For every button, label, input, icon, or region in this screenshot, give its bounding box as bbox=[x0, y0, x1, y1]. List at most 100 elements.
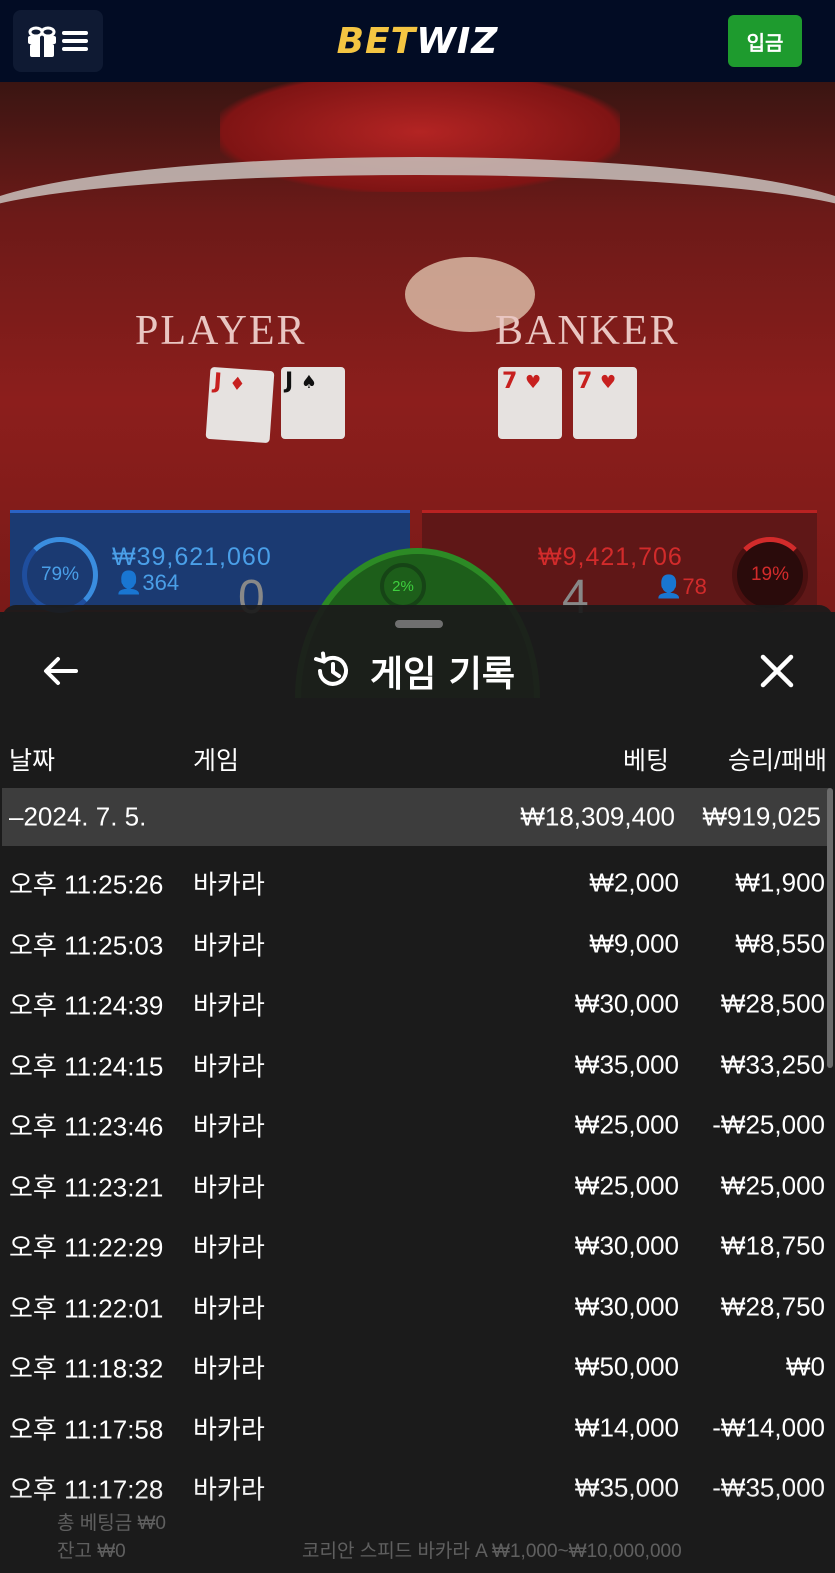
panel-title: 게임 기록 bbox=[370, 654, 516, 695]
row-result: ₩18,750 bbox=[720, 1230, 825, 1261]
row-time: 오후 11:23:46 bbox=[9, 1111, 164, 1142]
close-button[interactable] bbox=[754, 648, 800, 694]
player-zone-label: PLAYER bbox=[135, 308, 307, 354]
row-bet: ₩14,000 bbox=[574, 1412, 679, 1443]
row-result: ₩25,000 bbox=[720, 1170, 825, 1201]
scrollbar[interactable] bbox=[827, 788, 833, 1068]
menu-button[interactable] bbox=[13, 10, 103, 72]
history-row[interactable]: 오후 11:22:29 바카라 ₩30,000 ₩18,750 bbox=[2, 1216, 833, 1277]
game-history-panel: 게임 기록 날짜 게임 베팅 승리/패배 –2024. 7. 5. ₩18,30… bbox=[2, 605, 835, 1573]
banker-card-1: 7 ♥ bbox=[498, 367, 562, 439]
row-game: 바카라 bbox=[193, 869, 265, 900]
card-suit: ♦ bbox=[228, 373, 247, 396]
row-time: 오후 11:24:39 bbox=[9, 990, 164, 1021]
history-row[interactable]: 오후 11:24:15 바카라 ₩35,000 ₩33,250 bbox=[2, 1035, 833, 1096]
player-bettor-count: 👤364 bbox=[115, 570, 179, 596]
row-time: 오후 11:22:01 bbox=[9, 1293, 164, 1324]
banker-bet-amount: ₩9,421,706 bbox=[538, 543, 683, 571]
col-game: 게임 bbox=[193, 747, 240, 775]
banker-zone-label: BANKER bbox=[495, 308, 680, 354]
player-count-value: 364 bbox=[142, 570, 180, 595]
row-time: 오후 11:18:32 bbox=[9, 1353, 164, 1384]
card-rank: J bbox=[212, 369, 223, 395]
row-bet: ₩30,000 bbox=[574, 1291, 679, 1322]
col-bet: 베팅 bbox=[622, 747, 669, 775]
history-row[interactable]: 오후 11:23:21 바카라 ₩25,000 ₩25,000 bbox=[2, 1156, 833, 1217]
row-result: ₩0 bbox=[786, 1351, 825, 1382]
player-card-1: J ♦ bbox=[205, 366, 275, 444]
row-result: ₩28,750 bbox=[720, 1291, 825, 1322]
card-rank: J bbox=[285, 369, 294, 394]
row-result: ₩8,550 bbox=[735, 928, 825, 959]
day-date: –2024. 7. 5. bbox=[9, 801, 147, 832]
col-result: 승리/패배 bbox=[728, 747, 827, 775]
banker-percent-ring: 19% bbox=[732, 537, 808, 613]
banker-count-value: 78 bbox=[682, 574, 707, 599]
row-bet: ₩25,000 bbox=[574, 1170, 679, 1201]
row-game: 바카라 bbox=[193, 1232, 265, 1263]
banker-bettor-count: 👤78 bbox=[655, 574, 707, 600]
day-bet-total: ₩18,309,400 bbox=[520, 801, 675, 832]
history-row[interactable]: 오후 11:18:32 바카라 ₩50,000 ₩0 bbox=[2, 1337, 833, 1398]
row-bet: ₩30,000 bbox=[574, 988, 679, 1019]
row-result: ₩28,500 bbox=[720, 988, 825, 1019]
logo-part-2: WIZ bbox=[416, 20, 499, 62]
col-date: 날짜 bbox=[9, 747, 56, 775]
history-row[interactable]: 오후 11:17:58 바카라 ₩14,000 -₩14,000 bbox=[2, 1398, 833, 1459]
row-bet: ₩9,000 bbox=[589, 928, 679, 959]
row-bet: ₩25,000 bbox=[574, 1109, 679, 1140]
player-card-2: J ♠ bbox=[281, 367, 345, 439]
history-icon bbox=[314, 651, 348, 686]
logo-part-1: BET bbox=[336, 20, 417, 62]
close-icon bbox=[760, 654, 794, 688]
player-bet-amount: ₩39,621,060 bbox=[112, 543, 272, 571]
row-game: 바카라 bbox=[193, 1111, 265, 1142]
card-rank: 7 bbox=[577, 369, 593, 394]
drag-handle[interactable] bbox=[395, 620, 443, 628]
history-row[interactable]: 오후 11:25:26 바카라 ₩2,000 ₩1,900 bbox=[2, 853, 833, 914]
card-suit: ♥ bbox=[599, 372, 617, 393]
row-bet: ₩50,000 bbox=[574, 1351, 679, 1382]
history-list: 오후 11:25:26 바카라 ₩2,000 ₩1,900 오후 11:25:03 바카라… bbox=[2, 853, 833, 1519]
row-time: 오후 11:25:26 bbox=[9, 869, 164, 900]
table-header: 날짜 게임 베팅 승리/패배 bbox=[2, 733, 833, 783]
user-icon: 👤 bbox=[655, 574, 683, 599]
row-time: 오후 11:25:03 bbox=[9, 930, 164, 961]
history-row[interactable]: 오후 11:24:39 바카라 ₩30,000 ₩28,500 bbox=[2, 974, 833, 1035]
row-time: 오후 11:22:29 bbox=[9, 1232, 164, 1263]
day-result-total: ₩919,025 bbox=[702, 801, 821, 832]
menu-icon bbox=[62, 31, 88, 51]
row-game: 바카라 bbox=[193, 930, 265, 961]
card-suit: ♠ bbox=[300, 372, 317, 393]
top-header: BETWIZ 입금 bbox=[0, 0, 835, 82]
user-icon: 👤 bbox=[115, 570, 143, 595]
day-summary-row[interactable]: –2024. 7. 5. ₩18,309,400 ₩919,025 bbox=[2, 788, 829, 846]
footer-table-name: 코리안 스피드 바카라 A ₩1,000~₩10,000,000 bbox=[302, 1541, 682, 1562]
banker-card-2: 7 ♥ bbox=[573, 367, 637, 439]
history-row[interactable]: 오후 11:22:01 바카라 ₩30,000 ₩28,750 bbox=[2, 1277, 833, 1338]
row-result: ₩33,250 bbox=[720, 1049, 825, 1080]
row-bet: ₩35,000 bbox=[574, 1049, 679, 1080]
row-game: 바카라 bbox=[193, 1414, 265, 1445]
card-rank: 7 bbox=[502, 369, 518, 394]
gift-icon bbox=[28, 26, 56, 57]
tie-percent-ring: 2% bbox=[380, 563, 426, 609]
row-game: 바카라 bbox=[193, 1353, 265, 1384]
footer-total-bet: 총 베팅금 ₩0 bbox=[57, 1513, 166, 1534]
row-time: 오후 11:24:15 bbox=[9, 1051, 164, 1082]
back-button[interactable] bbox=[38, 649, 82, 693]
row-result: -₩25,000 bbox=[712, 1109, 825, 1140]
deposit-button[interactable]: 입금 bbox=[728, 15, 802, 67]
panel-header: 게임 기록 bbox=[2, 635, 833, 707]
history-row[interactable]: 오후 11:25:03 바카라 ₩9,000 ₩8,550 bbox=[2, 914, 833, 975]
panel-title-group: 게임 기록 bbox=[312, 645, 515, 697]
row-bet: ₩2,000 bbox=[589, 867, 679, 898]
footer-balance: 잔고 ₩0 bbox=[57, 1541, 126, 1562]
arrow-left-icon bbox=[44, 657, 78, 685]
brand-logo[interactable]: BETWIZ bbox=[337, 21, 499, 62]
row-bet: ₩30,000 bbox=[574, 1230, 679, 1261]
row-game: 바카라 bbox=[193, 1172, 265, 1203]
history-row[interactable]: 오후 11:23:46 바카라 ₩25,000 -₩25,000 bbox=[2, 1095, 833, 1156]
row-game: 바카라 bbox=[193, 1051, 265, 1082]
row-result: ₩1,900 bbox=[735, 867, 825, 898]
